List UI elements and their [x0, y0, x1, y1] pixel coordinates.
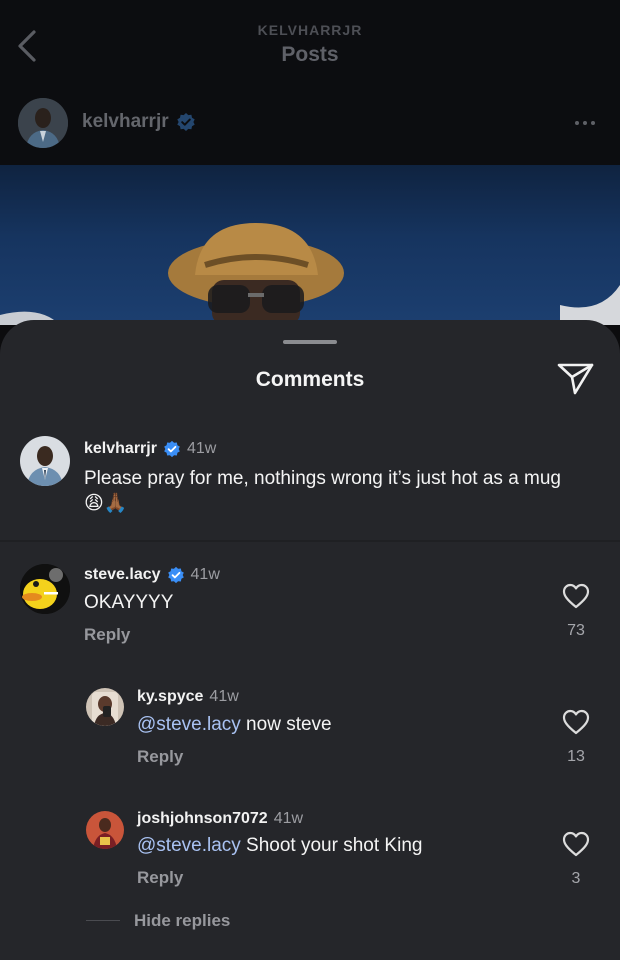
caption-divider — [0, 540, 620, 542]
comment-text: @steve.lacy now steve — [137, 712, 332, 737]
comment-body: Shoot your shot King — [240, 835, 423, 856]
like-button[interactable] — [562, 709, 590, 735]
header-title-group: KELVHARRJR Posts — [0, 22, 620, 67]
like-count: 13 — [567, 748, 585, 765]
comments-sheet: Comments kelvharrjr 41w Please pray for … — [0, 320, 620, 960]
comment-time: 41w — [209, 688, 239, 705]
caption-emoji: 😩🙏🏾 — [84, 492, 128, 514]
comment-text: @steve.lacy Shoot your shot King — [137, 833, 422, 858]
like-button[interactable] — [562, 831, 590, 857]
avatar[interactable] — [86, 811, 124, 849]
comment-meta: ky.spyce 41w — [137, 688, 239, 706]
caption-username[interactable]: kelvharrjr — [84, 440, 157, 458]
heart-icon — [562, 831, 590, 857]
like-button[interactable] — [562, 583, 590, 609]
comment-text: OKAYYYY — [84, 590, 173, 615]
post-image — [0, 165, 620, 325]
share-button[interactable] — [556, 360, 596, 396]
verified-badge-icon — [167, 566, 184, 584]
caption-body: Please pray for me, nothings wrong it’s … — [84, 468, 562, 489]
hide-replies-button[interactable]: Hide replies — [134, 911, 230, 931]
avatar-image — [20, 564, 70, 614]
comment-body: now steve — [240, 714, 332, 735]
comment-time: 41w — [190, 566, 220, 583]
avatar-image — [86, 811, 124, 849]
post-header: KELVHARRJR Posts kelvharrjr — [0, 0, 620, 165]
hide-replies-line — [86, 920, 120, 921]
header-kicker: KELVHARRJR — [257, 22, 363, 38]
comment-time: 41w — [273, 810, 304, 827]
verified-badge-icon — [176, 113, 195, 131]
reply-button[interactable]: Reply — [137, 747, 183, 767]
avatar[interactable] — [20, 564, 70, 614]
post-author-avatar[interactable] — [18, 98, 68, 148]
avatar[interactable] — [20, 436, 70, 486]
comment-meta: steve.lacy 41w — [84, 566, 220, 584]
comment-username[interactable]: ky.spyce — [137, 688, 203, 706]
avatar-image — [18, 98, 68, 148]
page-title: Posts — [281, 43, 339, 66]
comment-mention[interactable]: @steve.lacy — [137, 835, 241, 856]
avatar-image — [86, 688, 124, 726]
heart-icon — [562, 709, 590, 735]
like-count: 73 — [567, 622, 585, 639]
avatar-image — [20, 436, 70, 486]
sheet-grabber[interactable] — [283, 340, 337, 344]
caption-text: Please pray for me, nothings wrong it’s … — [84, 466, 604, 516]
post-author-username: kelvharrjr — [82, 111, 169, 132]
send-icon — [557, 363, 594, 395]
caption-meta: kelvharrjr 41w — [84, 440, 216, 458]
heart-icon — [562, 583, 590, 609]
caption-time: 41w — [186, 440, 217, 457]
post-photo — [0, 223, 620, 325]
avatar[interactable] — [86, 688, 124, 726]
more-options-button[interactable] — [567, 110, 603, 136]
comment-body: OKAYYYY — [84, 592, 174, 613]
verified-badge-icon — [164, 440, 180, 458]
reply-button[interactable]: Reply — [137, 868, 183, 888]
comment-meta: joshjohnson7072 41w — [137, 810, 303, 828]
sheet-title: Comments — [255, 368, 365, 391]
comment-mention[interactable]: @steve.lacy — [137, 714, 241, 735]
more-horizontal-icon — [575, 121, 579, 125]
post-caption: kelvharrjr 41w Please pray for me, nothi… — [0, 422, 620, 542]
reply-button[interactable]: Reply — [84, 625, 130, 645]
comment-username[interactable]: steve.lacy — [84, 566, 161, 584]
like-count: 3 — [571, 870, 581, 887]
comment-username[interactable]: joshjohnson7072 — [137, 810, 268, 828]
post-author[interactable]: kelvharrjr — [82, 111, 196, 133]
